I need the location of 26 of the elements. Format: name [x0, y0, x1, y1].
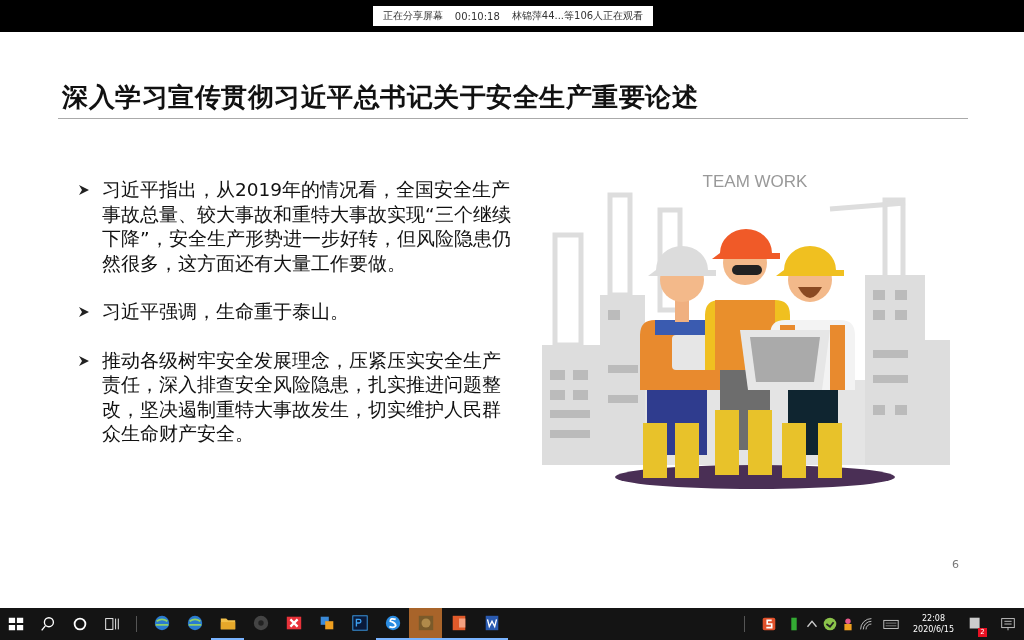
photoshop-icon	[350, 614, 369, 632]
clock-date: 2020/6/15	[912, 624, 954, 635]
bullet-text: 习近平指出，从2019年的情况看，全国安全生产事故总量、较大事故和重特大事故实现“三个继续下降”，安全生产形势进一步好转，但风险隐患仍然很多，这方面还有大量工作要做。	[102, 178, 512, 276]
arrow-bullet-icon	[78, 306, 90, 318]
share-timer: 00:10:18	[454, 10, 500, 22]
arrow-bullet-icon	[78, 184, 90, 196]
search-icon	[39, 615, 57, 633]
arrow-bullet-icon	[78, 354, 90, 367]
task-view-icon	[103, 615, 121, 633]
disc-icon	[251, 614, 270, 632]
viewer-count: 林锦萍44...等106人正在观看	[511, 9, 644, 23]
illustration-caption: TEAM WORK	[702, 172, 808, 191]
bullet-text: 习近平强调，生命重于泰山。	[102, 300, 350, 324]
share-status: 正在分享屏幕	[382, 9, 443, 23]
windows-logo-icon	[7, 615, 25, 633]
bullet-text: 推动各级树牢安全发展理念，压紧压实安全生产责任，深入排查安全风险隐患，扎实推进问题整改，坚决遏制重特大事故发生，切实维护人民群众生命财产安全。	[102, 348, 502, 446]
globe-icon	[185, 614, 204, 632]
slide-page-number: 6	[952, 558, 959, 571]
taskbar-clock[interactable]: 22:08 2020/6/15	[906, 608, 960, 640]
photo-icon	[416, 614, 435, 632]
globe-icon	[152, 614, 171, 632]
slide-title: 深入学习宣传贯彻习近平总书记关于安全生产重要论述	[62, 81, 698, 114]
cross-icon	[284, 614, 303, 632]
circle-icon	[71, 615, 89, 633]
letter-s-icon	[383, 614, 402, 632]
clock-time: 22:08	[921, 613, 945, 624]
